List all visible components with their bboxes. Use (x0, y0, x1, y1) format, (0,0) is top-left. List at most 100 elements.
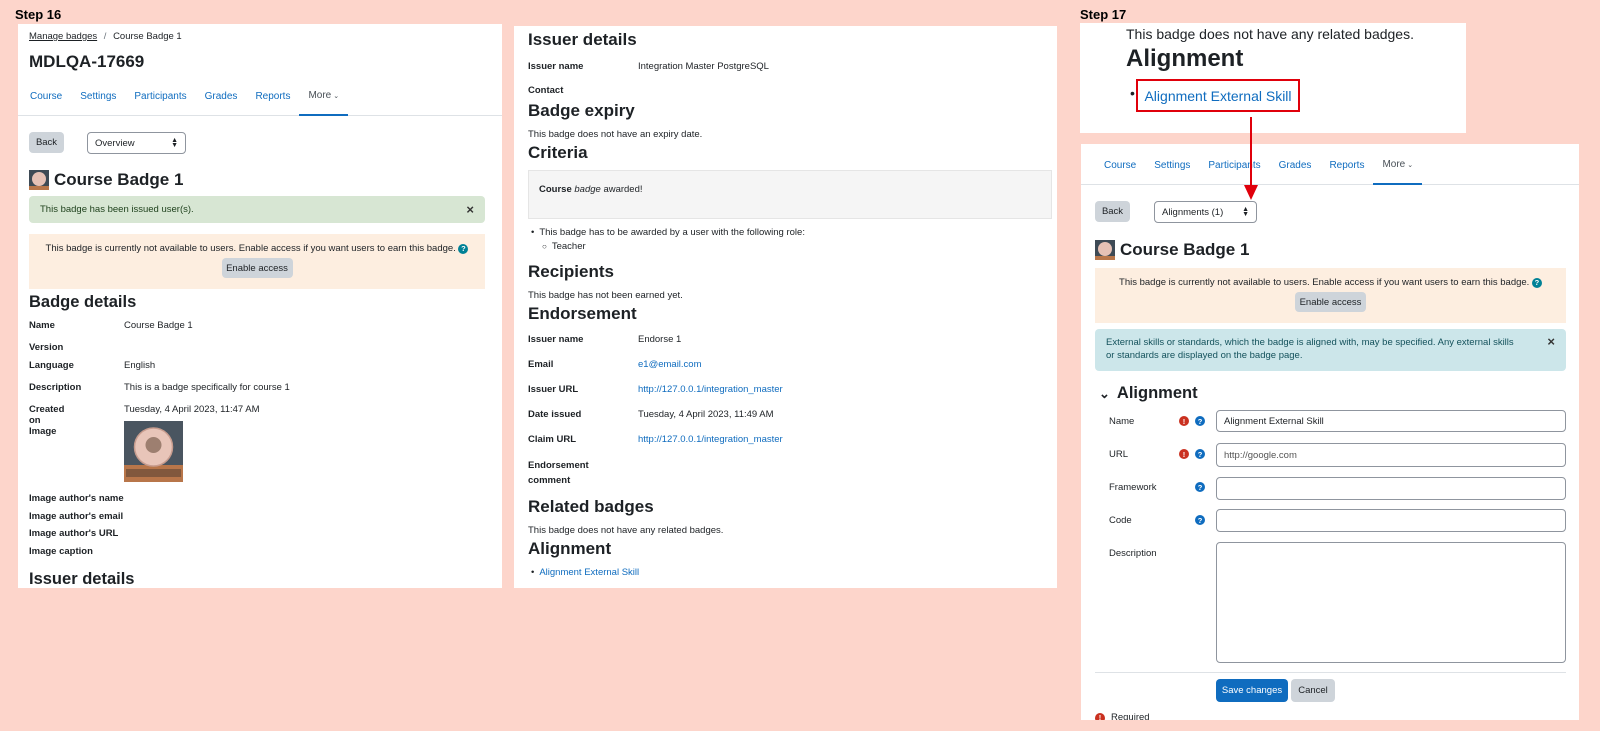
chevron-down-icon: ⌄ (1407, 161, 1414, 169)
image-author-url-label: Image author's URL (29, 528, 119, 539)
alignment-link-highlight: Alignment External Skill (1136, 79, 1300, 112)
required-legend: ! Required (1095, 712, 1150, 720)
criteria-role: Teacher (551, 241, 586, 252)
back-button[interactable]: Back (1095, 201, 1130, 222)
claim-url-link[interactable]: http://127.0.0.1/integration_master (638, 434, 783, 445)
breadcrumb-separator: / (103, 31, 107, 42)
save-changes-button[interactable]: Save changes (1216, 679, 1288, 702)
code-input[interactable] (1216, 509, 1566, 532)
endorsement-row: Issuer URL http://127.0.0.1/integration_m… (528, 384, 783, 409)
description-textarea[interactable] (1216, 542, 1566, 663)
issuer-url-link[interactable]: http://127.0.0.1/integration_master (638, 384, 783, 395)
enable-access-button[interactable]: Enable access (1295, 292, 1366, 312)
framework-input[interactable] (1216, 477, 1566, 500)
badge-image-icon (1095, 240, 1115, 260)
detail-label: Language (29, 360, 74, 371)
endorsement-comment-line2: comment (528, 475, 571, 486)
detail-label: Version (29, 342, 64, 353)
endorsement-comment-label: Endorsement comment (528, 458, 589, 488)
recipients-heading: Recipients (528, 262, 614, 281)
tab-more[interactable]: More ⌄ (299, 78, 349, 116)
chevron-down-icon: ⌄ (1099, 385, 1110, 401)
badge-expiry-heading: Badge expiry (528, 101, 635, 120)
help-icon[interactable]: ? (458, 243, 469, 254)
tab-participants[interactable]: Participants (125, 78, 195, 116)
chevron-down-icon: ⌄ (333, 92, 340, 100)
framework-field-label: Framework (1109, 482, 1157, 493)
close-icon[interactable]: × (1547, 335, 1555, 348)
endorsement-label: Date issued (528, 409, 582, 420)
endorsement-row: Email e1@email.com (528, 359, 702, 384)
select-caret-icon: ▲ ▼ (171, 137, 178, 149)
badge-view-select[interactable]: Alignments (1) ▲ ▼ (1154, 201, 1257, 223)
badge-title: Course Badge 1 (1120, 240, 1250, 259)
recipients-text: This badge has not been earned yet. (528, 290, 683, 301)
tab-reports[interactable]: Reports (1320, 147, 1373, 185)
detail-value: English (124, 360, 156, 371)
tab-more-label: More (1382, 159, 1406, 170)
breadcrumb: Manage badges / Course Badge 1 (29, 31, 182, 42)
edit-alignment-panel: Course Settings Participants Grades Repo… (1081, 144, 1579, 720)
alignment-link[interactable]: Alignment External Skill (539, 567, 639, 578)
badge-details-panel: Issuer details Issuer name Integration M… (514, 26, 1057, 588)
criteria-box: Course badge awarded! (528, 170, 1052, 219)
required-icon: ! (1179, 416, 1189, 426)
back-button[interactable]: Back (29, 132, 64, 153)
availability-warning: This badge is currently not available to… (1095, 268, 1566, 323)
tab-settings[interactable]: Settings (71, 78, 125, 116)
endorsement-comment-line1: Endorsement (528, 460, 589, 471)
detail-label: Created on (29, 404, 65, 426)
page-title: MDLQA-17669 (29, 52, 145, 71)
image-author-name-label: Image author's name (29, 493, 124, 504)
code-field-label: Code (1109, 515, 1132, 526)
endorsement-value: Endorse 1 (638, 334, 682, 345)
url-input[interactable]: http://google.com (1216, 443, 1566, 467)
breadcrumb-manage-badges[interactable]: Manage badges (29, 31, 97, 42)
help-icon[interactable]: ? (1195, 449, 1205, 459)
availability-warning-message: This badge is currently not available to… (1119, 277, 1530, 288)
tab-reports[interactable]: Reports (246, 78, 299, 116)
name-input[interactable]: Alignment External Skill (1216, 410, 1566, 432)
tab-more[interactable]: More ⌄ (1373, 147, 1423, 185)
badge-details-heading: Badge details (29, 293, 137, 311)
help-icon[interactable]: ? (1195, 515, 1205, 525)
required-legend-text: Required (1111, 712, 1150, 720)
list-item: • This badge has to be awarded by a user … (531, 227, 805, 238)
close-icon[interactable]: × (466, 202, 474, 217)
course-nav-tabs: Course Settings Participants Grades Repo… (1081, 147, 1579, 185)
issuer-name-label: Issuer name (528, 61, 584, 72)
alignment-section-toggle[interactable]: ⌄ Alignment (1099, 384, 1198, 403)
endorsement-row: Claim URL http://127.0.0.1/integration_ma… (528, 434, 783, 459)
description-field-label: Description (1109, 548, 1157, 559)
alignment-info-message: External skills or standards, which the … (1106, 337, 1514, 361)
issuer-name-value: Integration Master PostgreSQL (638, 61, 769, 72)
alignment-info-alert: External skills or standards, which the … (1095, 329, 1566, 371)
related-badges-heading: Related badges (528, 497, 654, 516)
alignment-link[interactable]: Alignment External Skill (1144, 88, 1291, 104)
email-link[interactable]: e1@email.com (638, 359, 702, 370)
enable-access-button[interactable]: Enable access (221, 258, 293, 278)
cancel-button[interactable]: Cancel (1291, 679, 1335, 702)
zoomed-alignment-panel: This badge does not have any related bad… (1080, 23, 1466, 133)
endorsement-value: Tuesday, 4 April 2023, 11:49 AM (638, 409, 774, 420)
tab-more-label: More (308, 90, 332, 101)
tab-course[interactable]: Course (21, 78, 71, 116)
detail-label: Image (29, 426, 57, 437)
help-icon[interactable]: ? (1531, 277, 1542, 288)
help-icon[interactable]: ? (1195, 416, 1205, 426)
list-item: • Alignment External Skill (531, 567, 640, 578)
help-icon[interactable]: ? (1195, 482, 1205, 492)
issuer-details-heading: Issuer details (29, 570, 135, 588)
badge-overview-panel: Manage badges / Course Badge 1 MDLQA-176… (18, 24, 502, 588)
tab-grades[interactable]: Grades (196, 78, 247, 116)
availability-warning-message: This badge is currently not available to… (45, 243, 456, 254)
endorsement-row: Date issued Tuesday, 4 April 2023, 11:49 … (528, 409, 774, 434)
related-badges-text: This badge does not have any related bad… (528, 525, 724, 536)
tab-grades[interactable]: Grades (1270, 147, 1321, 185)
tab-settings[interactable]: Settings (1145, 147, 1199, 185)
endorsement-label: Email (528, 359, 554, 370)
badge-view-select[interactable]: Overview ▲ ▼ (87, 132, 186, 154)
tab-course[interactable]: Course (1095, 147, 1145, 185)
issued-success-message: This badge has been issued user(s). (40, 204, 194, 215)
detail-value: Course Badge 1 (124, 320, 193, 331)
